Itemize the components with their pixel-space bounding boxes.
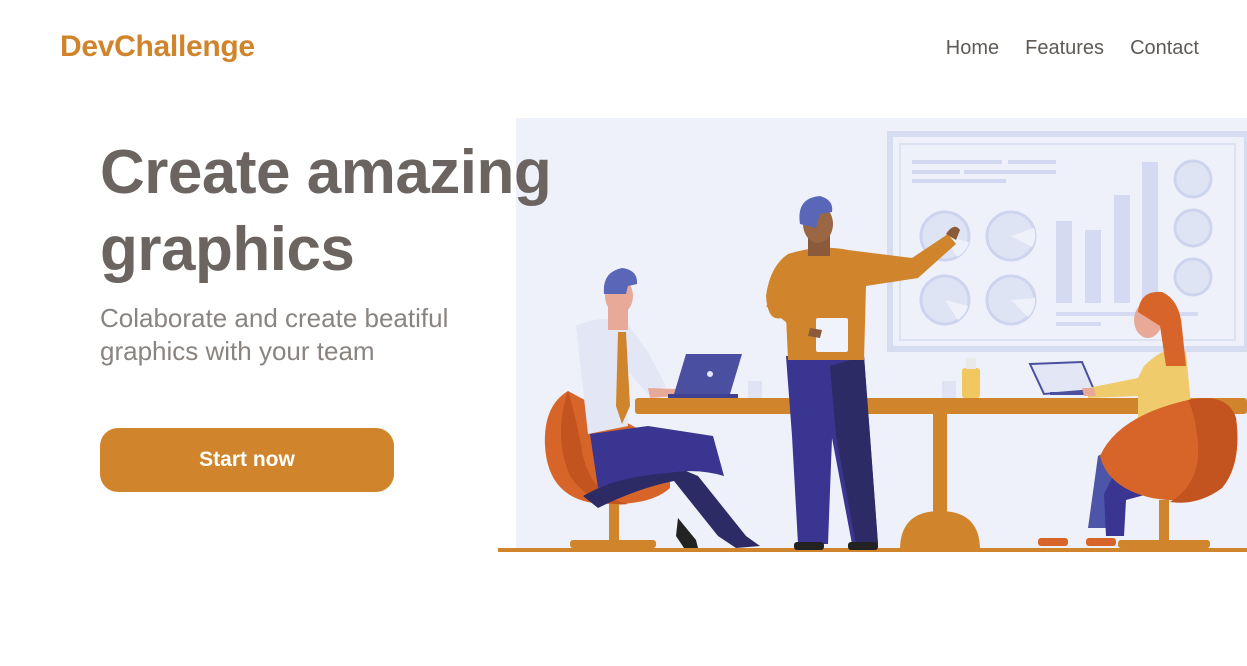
start-now-button[interactable]: Start now: [100, 428, 394, 492]
main-nav: Home Features Contact: [946, 37, 1199, 60]
hero-title: Create amazing graphics: [100, 134, 620, 288]
nav-features-link[interactable]: Features: [1025, 37, 1104, 60]
landing-page: DevChallenge Home Features Contact Creat…: [0, 0, 1247, 666]
hero-title-line-2: graphics: [100, 215, 355, 284]
hero-title-line-1: Create amazing: [100, 138, 552, 207]
nav-contact-link[interactable]: Contact: [1130, 37, 1199, 60]
nav-home-link[interactable]: Home: [946, 37, 999, 60]
hero-subtitle-line-1: Colaborate and create beatiful: [100, 303, 449, 333]
hero-subtitle: Colaborate and create beatiful graphics …: [100, 302, 500, 368]
hero-subtitle-line-2: graphics with your team: [100, 336, 375, 366]
logo[interactable]: DevChallenge: [60, 30, 255, 64]
